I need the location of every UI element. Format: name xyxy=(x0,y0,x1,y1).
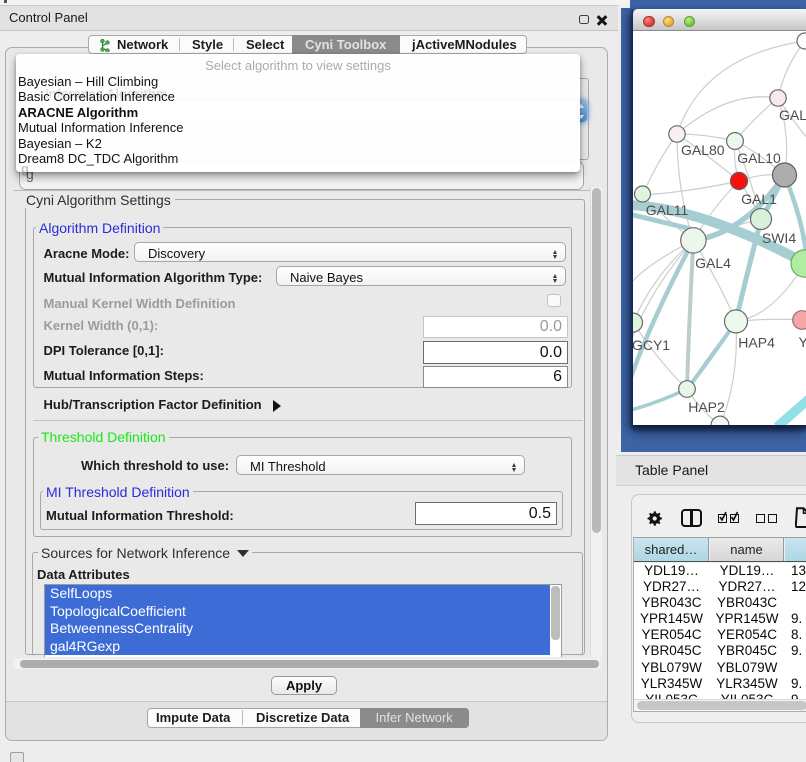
svg-text:SWI4: SWI4 xyxy=(762,230,796,246)
svg-text:YMR0: YMR0 xyxy=(799,334,806,350)
svg-text:GCY1: GCY1 xyxy=(633,337,670,353)
svg-text:HAP4: HAP4 xyxy=(738,335,775,351)
svg-text:GAL80: GAL80 xyxy=(681,142,725,158)
svg-text:GAL1: GAL1 xyxy=(741,191,777,207)
svg-text:HAP2: HAP2 xyxy=(688,399,725,415)
svg-text:GAL10: GAL10 xyxy=(737,150,781,166)
svg-text:GAL11: GAL11 xyxy=(646,202,689,218)
svg-text:GAL4: GAL4 xyxy=(695,255,731,271)
svg-text:GAL7: GAL7 xyxy=(779,107,806,123)
